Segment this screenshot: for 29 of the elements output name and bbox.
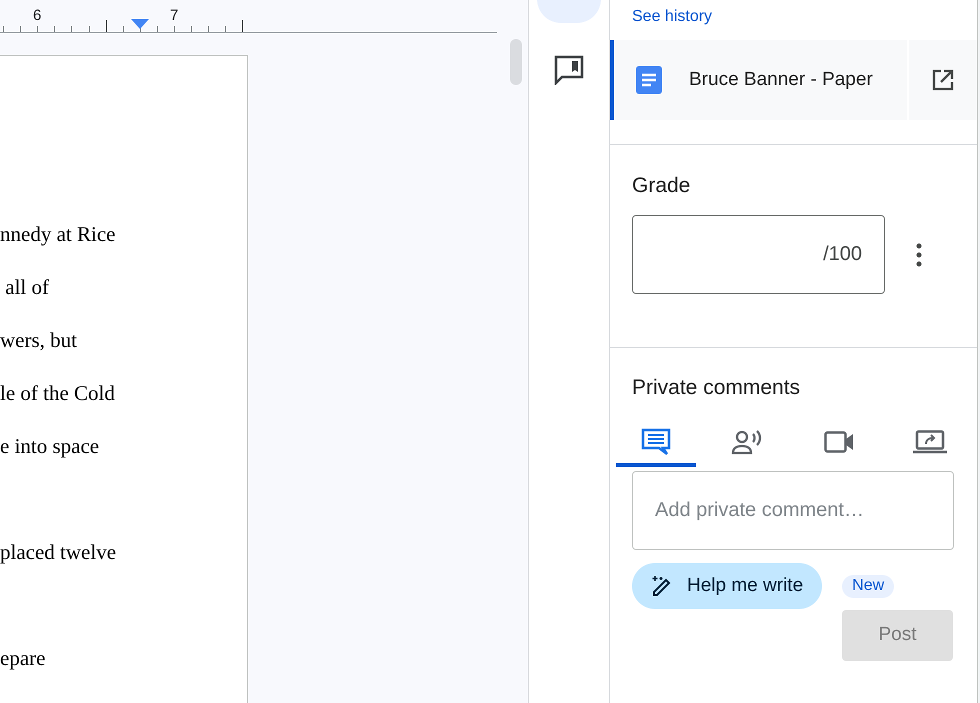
attachment-card[interactable]: Bruce Banner - Paper [610, 40, 977, 120]
grade-field[interactable]: /100 [632, 215, 885, 294]
document-icon [636, 66, 662, 94]
indent-marker-icon[interactable] [131, 19, 149, 29]
more-options-icon[interactable] [916, 242, 922, 266]
private-comments-heading: Private comments [632, 375, 800, 401]
attachment-title: Bruce Banner - Paper [689, 68, 873, 92]
ruler-number: 6 [33, 8, 42, 23]
magic-pencil-icon [651, 575, 673, 597]
help-me-write-button[interactable]: Help me write [632, 563, 822, 609]
document-text-line: placed twelve [0, 539, 116, 566]
document-text-line: epare [0, 645, 46, 672]
laptop-share-icon [912, 430, 947, 454]
comment-bookmark-icon[interactable] [554, 55, 584, 85]
open-external-icon[interactable] [932, 69, 954, 91]
document-text-line: e into space [0, 433, 100, 460]
document-text-line: wers, but [0, 327, 77, 354]
person-speaking-icon [731, 429, 764, 455]
video-camera-icon [824, 431, 854, 453]
document-text-line: le of the Cold [0, 380, 115, 407]
comment-icon [641, 428, 671, 456]
document-text-line: all of [4, 274, 49, 301]
scrollbar-thumb[interactable] [510, 39, 522, 85]
document-text-line: nnedy at Rice [0, 221, 116, 248]
ruler-number: 7 [170, 8, 178, 23]
see-history-link[interactable]: See history [632, 7, 712, 27]
private-comment-field[interactable]: Add private comment… [632, 471, 954, 550]
grade-heading: Grade [632, 173, 690, 199]
new-badge: New [842, 574, 894, 598]
